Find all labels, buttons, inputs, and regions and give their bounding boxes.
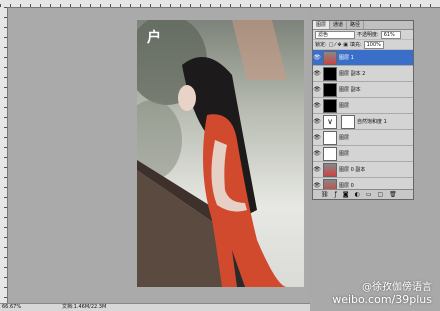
layer-row[interactable]: 👁 图层 [313,130,413,146]
watermark-url: weibo.com/39plus [332,293,432,306]
eye-icon[interactable]: 👁 [313,166,321,173]
layer-row[interactable]: 👁 图层 1 [313,50,413,66]
blend-mode-select[interactable]: 滤色 [315,30,355,39]
layer-thumbnail [323,82,337,97]
layer-row[interactable]: 👁 图层 [313,98,413,114]
layers-panel: 图层 通道 路径 滤色 不透明度: 61% 锁定: □ ⁄ ✥ ▣ 填充: 10… [312,20,414,200]
layer-mask-thumbnail [341,114,355,129]
layer-thumbnail [323,50,337,65]
layer-thumbnail [323,66,337,81]
panel-footer: ⛓ ƒ ◙ ◐ ▭ ▢ 🗑 [313,189,413,199]
layer-name: 图层 [339,103,350,109]
layer-name: 图层 0 [339,183,354,189]
horizontal-ruler[interactable] [0,0,440,8]
layer-name: 图层 [339,135,350,141]
watermark-handle: @徐孜伽傍语言 [362,282,432,293]
layer-row[interactable]: 👁 ∨ 自然饱和度 1 [313,114,413,130]
tab-layers[interactable]: 图层 [313,21,331,29]
eye-icon[interactable]: 👁 [313,118,321,125]
document-photo[interactable]: 户 [137,20,304,287]
eye-icon[interactable]: 👁 [313,70,321,77]
adjustment-layer-icon: ∨ [323,114,337,129]
eye-icon[interactable]: 👁 [313,150,321,157]
link-icon[interactable]: ⛓ [321,191,329,198]
lock-label: 锁定: [315,42,327,48]
adjustment-icon[interactable]: ◐ [355,191,360,198]
trash-icon[interactable]: 🗑 [389,191,397,198]
fill-input[interactable]: 100% [363,40,384,49]
lock-icons[interactable]: □ ⁄ ✥ ▣ [329,42,348,48]
layer-thumbnail [323,162,337,177]
opacity-input[interactable]: 61% [380,30,401,39]
layer-name: 图层 副本 [339,87,361,93]
layer-name: 图层 1 [339,55,354,61]
folder-icon[interactable]: ▭ [366,191,372,198]
layer-thumbnail [323,146,337,161]
layer-thumbnail [323,130,337,145]
fill-label: 填充: [349,42,362,48]
blend-row: 滤色 不透明度: 61% [313,30,413,40]
lock-row: 锁定: □ ⁄ ✥ ▣ 填充: 100% [313,40,413,50]
photo-illustration: 户 [137,20,304,287]
layer-name: 图层 0 副本 [339,167,366,173]
eye-icon[interactable]: 👁 [313,54,321,61]
photo-logo: 户 [147,29,161,46]
tab-channels[interactable]: 通道 [330,21,348,29]
mask-icon[interactable]: ◙ [343,191,349,198]
layer-thumbnail [323,98,337,113]
layer-name: 图层 副本 2 [339,71,366,77]
layer-row[interactable]: 👁 图层 副本 [313,82,413,98]
layer-name: 图层 [339,151,350,157]
watermark: @徐孜伽傍语言 weibo.com/39plus [332,278,432,306]
layer-name: 自然饱和度 1 [357,119,387,125]
eye-icon[interactable]: 👁 [313,86,321,93]
eye-icon[interactable]: 👁 [313,182,321,189]
layer-row[interactable]: 👁 图层 0 副本 [313,162,413,178]
layer-row[interactable]: 👁 图层 [313,146,413,162]
opacity-label: 不透明度: [357,32,379,38]
panel-tabs: 图层 通道 路径 [313,21,413,30]
layer-list: 👁 图层 1 👁 图层 副本 2 👁 图层 副本 👁 图层 👁 ∨ 自然饱和度 … [313,50,413,194]
new-layer-icon[interactable]: ▢ [378,191,384,198]
vertical-ruler[interactable] [0,7,8,303]
layer-row[interactable]: 👁 图层 副本 2 [313,66,413,82]
eye-icon[interactable]: 👁 [313,102,321,109]
fx-icon[interactable]: ƒ [335,191,337,198]
tab-paths[interactable]: 路径 [347,21,365,29]
eye-icon[interactable]: 👁 [313,134,321,141]
